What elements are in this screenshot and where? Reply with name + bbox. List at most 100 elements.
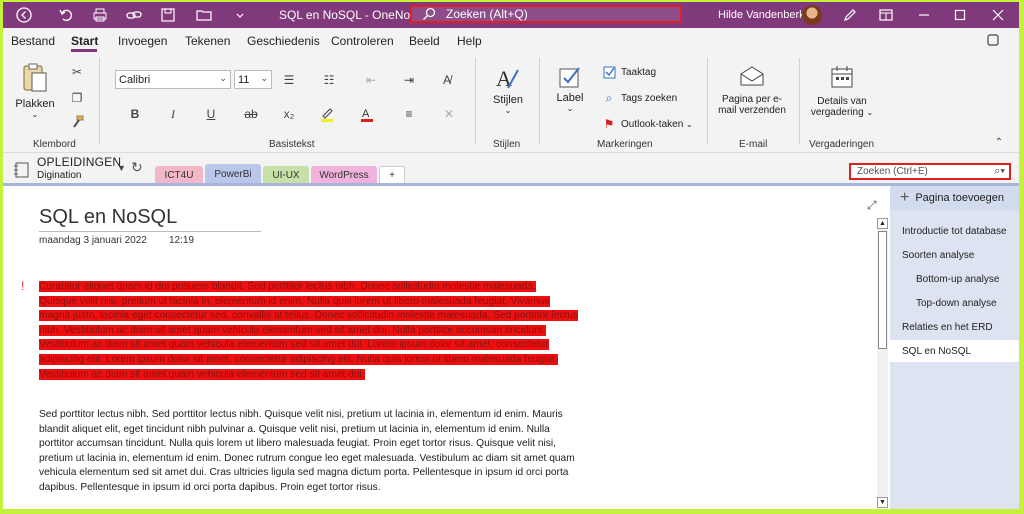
search-icon: ⌕▾: [994, 165, 1005, 177]
text-line: magna justo, lacinia eget consectetur se…: [39, 309, 619, 324]
highlighted-line-3: magna justo, lacinia eget consectetur se…: [39, 310, 579, 322]
label-button[interactable]: Label ⌄: [553, 64, 587, 113]
notebook-icon[interactable]: [13, 161, 31, 179]
page-item-top-down[interactable]: Top-down analyse: [890, 292, 1019, 314]
page-item-introductie[interactable]: Introductie tot database: [890, 220, 1019, 242]
page-item-sql-nosql[interactable]: SQL en NoSQL: [890, 340, 1019, 362]
tab-powerbi[interactable]: PowerBi: [205, 164, 261, 184]
cut-icon[interactable]: ✂: [69, 64, 85, 80]
flag-icon[interactable]: ⚑: [601, 116, 617, 132]
pin-ribbon-icon[interactable]: [985, 32, 1001, 48]
maximize-icon[interactable]: [949, 5, 971, 25]
menu-invoegen[interactable]: Invoegen: [118, 34, 167, 48]
tab-wordpress[interactable]: WordPress: [311, 166, 377, 184]
minimize-icon[interactable]: [913, 5, 935, 25]
avatar[interactable]: [802, 5, 822, 25]
tab-ui-ux[interactable]: UI-UX: [263, 166, 309, 184]
title-underline: [39, 231, 261, 232]
group-label-email: E-mail: [739, 139, 768, 150]
undo-icon[interactable]: [55, 5, 77, 25]
highlighted-paragraph[interactable]: Curabitur aliquet quam id dui posuere bl…: [39, 280, 619, 382]
page-item-soorten-analyse[interactable]: Soorten analyse: [890, 244, 1019, 266]
expand-icon[interactable]: ⤢: [867, 198, 877, 213]
subscript-icon[interactable]: x₂: [281, 106, 297, 122]
page-title[interactable]: SQL en NoSQL: [39, 206, 177, 229]
page-item-label: Top-down analyse: [916, 297, 997, 309]
scroll-thumb[interactable]: [878, 231, 887, 349]
search-box[interactable]: Zoeken (Alt+Q): [410, 5, 682, 23]
paste-button[interactable]: Plakken ⌄: [15, 62, 55, 119]
outlook-tasks-label[interactable]: Outlook-taken ⌄: [621, 119, 693, 130]
chevron-down-icon: ⌄: [566, 104, 574, 113]
paste-icon: [23, 63, 47, 92]
body-paragraph[interactable]: Sed porttitor lectus nibh. Sed porttitor…: [39, 408, 619, 496]
close-icon[interactable]: [987, 5, 1009, 25]
scroll-up-icon[interactable]: ▲: [877, 218, 888, 229]
group-label-vergaderingen: Vergaderingen: [809, 139, 875, 150]
print-icon[interactable]: [89, 5, 111, 25]
notebook-name[interactable]: OPLEIDINGEN: [37, 155, 121, 169]
numbered-list-icon[interactable]: ☷: [321, 72, 337, 88]
font-size-value: 11: [238, 73, 250, 86]
page-canvas[interactable]: SQL en NoSQL maandag 3 januari 2022 12:1…: [3, 186, 875, 509]
notebook-dropdown-icon[interactable]: ▼: [117, 163, 126, 173]
page-search-input[interactable]: Zoeken (Ctrl+E) ⌕▾: [849, 163, 1011, 180]
copy-icon[interactable]: ❐: [69, 90, 85, 106]
find-tags-label[interactable]: Tags zoeken: [621, 93, 677, 104]
increase-indent-icon[interactable]: ⇥: [401, 72, 417, 88]
bullet-list-icon[interactable]: ☰: [281, 72, 297, 88]
font-size-select[interactable]: 11 ⌄: [234, 70, 272, 89]
quick-access-dropdown-icon[interactable]: [229, 5, 251, 25]
save-icon[interactable]: [157, 5, 179, 25]
menu-beeld[interactable]: Beeld: [409, 34, 440, 48]
meeting-line2-wrap: vergadering ⌄: [811, 107, 873, 118]
menu-bestand[interactable]: Bestand: [11, 34, 55, 48]
text-line: Vestibulum ac diam sit amet quam vehicul…: [39, 368, 619, 383]
menu-start[interactable]: Start: [71, 34, 98, 48]
clear-formatting-icon[interactable]: A̸: [439, 72, 455, 88]
page-scrollbar[interactable]: ▲ ▼: [877, 218, 888, 508]
menu-help[interactable]: Help: [457, 34, 482, 48]
underline-icon[interactable]: U: [203, 106, 219, 122]
collapse-ribbon-icon[interactable]: ⌃: [991, 134, 1007, 150]
task-tag-icon[interactable]: [601, 64, 617, 80]
task-tag-label[interactable]: Taaktag: [621, 67, 656, 78]
email-page-button[interactable]: Pagina per e- mail verzenden: [715, 64, 789, 116]
link-icon[interactable]: [123, 5, 145, 25]
add-section-button[interactable]: +: [379, 166, 405, 184]
page-time: 12:19: [169, 235, 195, 246]
menu-geschiedenis[interactable]: Geschiedenis: [247, 34, 320, 48]
separator: [99, 58, 100, 144]
page-item-relaties-erd[interactable]: Relaties en het ERD: [890, 316, 1019, 338]
group-label-basistekst: Basistekst: [269, 139, 315, 150]
decrease-indent-icon[interactable]: ⇤: [363, 72, 379, 88]
italic-icon[interactable]: I: [165, 106, 181, 122]
back-icon[interactable]: [13, 5, 35, 25]
find-tags-icon[interactable]: ⌕: [601, 90, 617, 106]
meeting-details-button[interactable]: Details van vergadering ⌄: [807, 64, 877, 118]
font-select[interactable]: Calibri ⌄: [115, 70, 231, 89]
add-page-button[interactable]: + Pagina toevoegen: [890, 186, 1019, 210]
delete-icon[interactable]: ✕: [441, 106, 457, 122]
align-icon[interactable]: ≡: [401, 106, 417, 122]
tab-ict4u[interactable]: ICT4U: [155, 166, 203, 184]
format-painter-icon[interactable]: [69, 114, 85, 130]
page-item-bottom-up[interactable]: Bottom-up analyse: [890, 268, 1019, 290]
scroll-down-icon[interactable]: ▼: [877, 497, 888, 508]
menu-tekenen[interactable]: Tekenen: [185, 34, 230, 48]
pen-icon[interactable]: [839, 5, 861, 25]
add-page-label: Pagina toevoegen: [915, 192, 1005, 204]
bold-icon[interactable]: B: [127, 106, 143, 122]
email-line1: Pagina per e-: [721, 94, 783, 105]
search-icon: [423, 7, 436, 20]
highlight-icon[interactable]: [319, 106, 335, 122]
folder-icon[interactable]: [193, 5, 215, 25]
highlighted-line-4: nibh. Vestibulum ac diam sit amet quam v…: [39, 324, 546, 336]
strikethrough-icon[interactable]: ab: [243, 106, 259, 122]
font-color-icon[interactable]: A: [359, 106, 375, 122]
ribbon-display-icon[interactable]: [875, 5, 897, 25]
styles-button[interactable]: A Stijlen ⌄: [489, 64, 527, 115]
sync-icon[interactable]: ↻: [131, 159, 143, 176]
menu-controleren[interactable]: Controleren: [331, 34, 394, 48]
user-name[interactable]: Hilde Vandenberk: [718, 9, 805, 21]
